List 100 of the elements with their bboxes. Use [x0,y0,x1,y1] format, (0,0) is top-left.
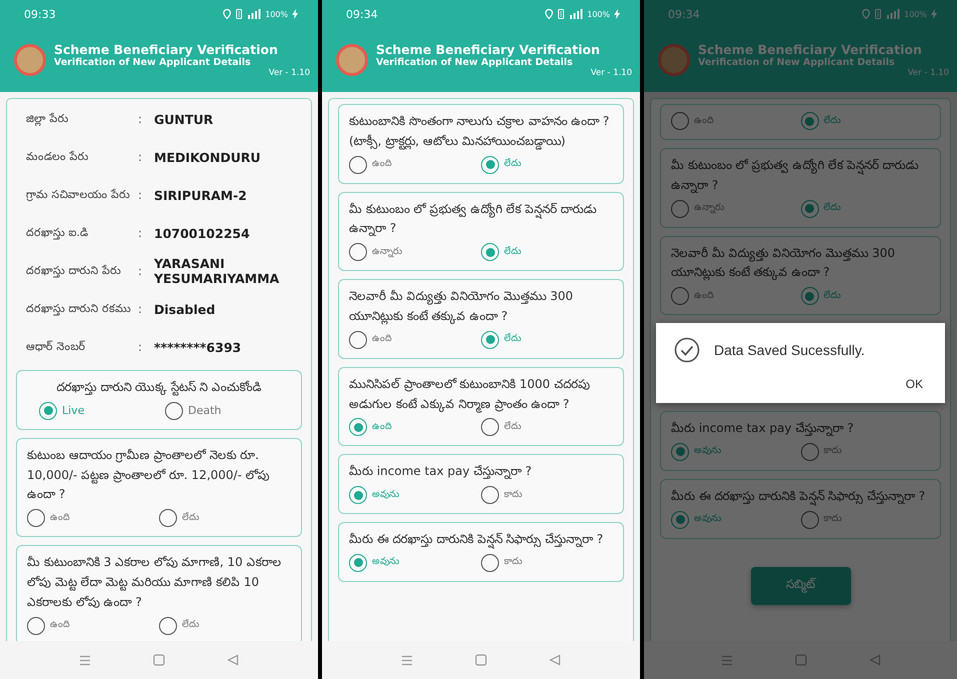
radio-button[interactable] [481,330,499,349]
radio-button[interactable] [349,486,367,504]
radio-button[interactable] [159,616,177,635]
field-label: ఆధార్ నెంబర్ [26,340,86,354]
radio-button[interactable] [481,156,499,174]
radio-button[interactable] [481,243,499,262]
option-label: అవును [694,513,721,526]
app-subtitle: Verification of New Applicant Details [54,57,252,68]
radio-button[interactable] [800,510,818,529]
radio-button[interactable] [481,554,499,572]
radio-button[interactable] [671,510,689,529]
location-icon [862,9,870,19]
field-label: దరఖాస్తు దారుని రకము [26,302,132,316]
home-square-icon[interactable] [475,654,487,666]
radio-button[interactable] [349,156,367,174]
option-label: ఉంది [50,512,70,525]
question-text: మీ కుటుంబానికి 3 ఎకరాల లోపు మాగాణి, 10 ఎకరాల లోపు మెట్ట లేదా మెట్ట మరియు మాగాణి కలిపి 10 ఎకరాలకు లోపు ఉందా ? [27,554,282,611]
question-text: మీ కుటుంబం లో ప్రభుత్వ ఉద్యోగి లేక పెన్షనర్ దారుడు ఉన్నారా ? [671,157,920,195]
field-value: 10700102254 [154,226,251,240]
radio-button[interactable] [671,200,689,218]
version-label: Ver - 1.10 [906,68,949,78]
radio-button[interactable] [800,442,818,461]
option-label: లేదు [182,619,199,632]
option-label: అవును [694,445,721,458]
field-label: దరఖాస్తు ఐ.డి [26,226,89,240]
back-triangle-icon[interactable] [868,654,880,666]
version-label: Ver - 1.10 [268,68,310,78]
signal-icon [886,9,900,19]
radio-button[interactable] [349,243,367,262]
option-label: లేదు [504,420,521,434]
option-label: కాదు [504,556,522,570]
field-label: మండలం పేరు [26,150,90,164]
radio-button[interactable] [800,287,818,306]
option-label: ఉన్నారు [372,246,402,259]
radio-button[interactable] [481,486,499,504]
menu-icon[interactable] [79,654,91,666]
signal-icon [569,9,584,19]
radio-button[interactable] [27,509,45,528]
radio-button[interactable] [481,418,499,436]
field-value: ********6393 [154,340,242,354]
field-value: GUNTUR [154,112,214,126]
radio-button[interactable] [800,112,818,130]
radio-button[interactable] [349,418,367,436]
app-title: Scheme Beneficiary Verification [376,42,601,57]
option-label: ఉంది [372,420,392,434]
option-label: అవును [372,488,399,502]
colon: : [138,302,144,316]
app-subtitle: Verification of New Applicant Details [698,57,896,68]
question-text: మునిసిపల్ ప్రాంతాలలో కుటుంబానికి 1000 చదరపు అడుగుల కంటే ఎక్కువ నిర్మాణ ప్రాంతం ఉందా ? [349,376,591,414]
charging-icon [931,9,937,19]
option-label: కాదు [504,488,522,502]
colon: : [138,150,144,164]
option-label: Live [62,404,84,418]
field-label: దరఖాస్తు దారుని పేరు [26,264,122,278]
radio-button[interactable] [671,442,689,461]
radio-button[interactable] [349,554,367,572]
battery-level: 100% [904,10,927,18]
menu-icon[interactable] [720,654,732,666]
colon: : [138,264,144,278]
question-text: దరఖాస్తు దారుని యొక్క స్టేటస్ ని ఎంచుకోండి [55,379,263,398]
dialog-message: Data Saved Sucessfully. [714,342,865,358]
app-title: Scheme Beneficiary Verification [698,42,923,57]
home-square-icon[interactable] [153,654,165,666]
radio-button[interactable] [800,200,818,218]
radio-button[interactable] [27,616,45,635]
question-text: మీరు ఈ దరఖాస్తు దారునికి పెన్షన్ సిఫార్సు చేస్తున్నారా ? [671,486,930,507]
logo-avatar [658,44,690,76]
location-icon [545,9,554,19]
question-text: మీరు ఈ దరఖాస్తు దారునికి పెన్షన్ సిఫార్సు చేస్తున్నారా ? [349,530,613,550]
home-square-icon[interactable] [794,654,806,666]
radio-button[interactable] [39,402,57,420]
radio-button[interactable] [349,330,367,349]
question-text: మీ కుటుంబం లో ప్రభుత్వ ఉద్యోగి లేక పెన్షనర్ దారుడు ఉన్నారా ? [349,200,598,238]
charging-icon [614,9,620,19]
back-triangle-icon[interactable] [549,654,561,666]
status-time: 09:34 [668,8,700,20]
back-triangle-icon[interactable] [227,654,239,666]
radio-button[interactable] [671,287,689,306]
menu-icon[interactable] [401,654,413,666]
field-value: SIRIPURAM-2 [154,188,248,202]
field-value: Disabled [154,302,216,316]
check-circle-icon [674,337,700,364]
logo-avatar [336,44,368,76]
colon: : [138,112,144,126]
logo-avatar [14,44,46,76]
app-subtitle: Verification of New Applicant Details [376,57,574,68]
app-title: Scheme Beneficiary Verification [54,42,279,57]
radio-button[interactable] [671,112,689,130]
ok-button[interactable]: OK [902,363,927,396]
option-label: Death [188,404,222,418]
colon: : [138,340,144,354]
option-label: ఉంది [372,158,392,172]
question-text: మీరు income tax pay చేస్తున్నారా ? [349,463,533,481]
radio-button[interactable] [165,402,183,420]
radio-button[interactable] [159,509,177,528]
status-time: 09:33 [24,8,56,20]
field-label: గ్రామ సచివాలయం పేరు [26,188,131,202]
field-value: YARASANI YESUMARIYAMMA [154,256,280,286]
option-label: లేదు [824,290,840,303]
battery-level: 100% [587,10,610,18]
